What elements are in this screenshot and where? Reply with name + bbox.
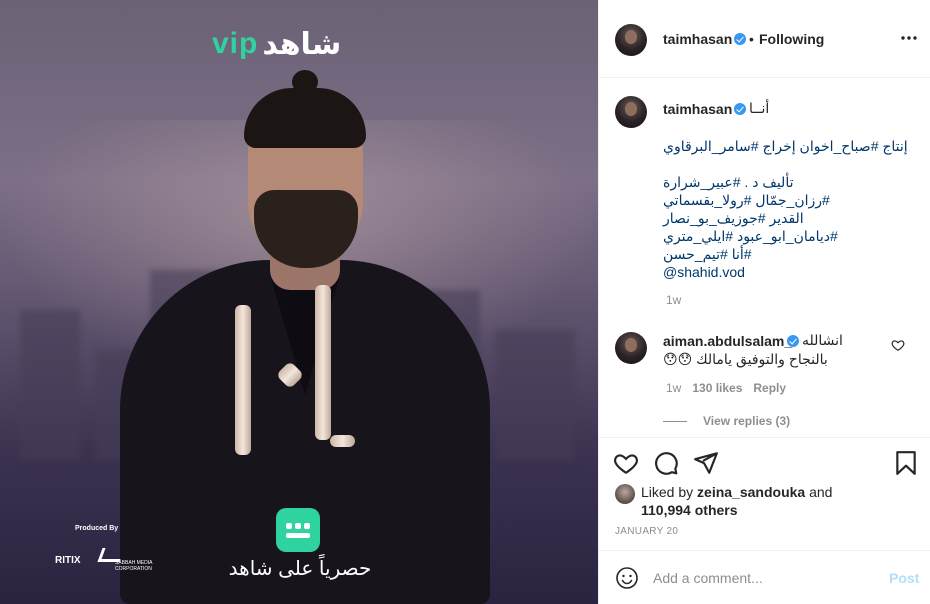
verified-badge-icon [787,335,799,347]
more-options-icon[interactable] [899,28,919,48]
caption-line[interactable]: القدير #جوزيف_بو_نصار [663,209,915,227]
replies-divider [663,420,687,422]
share-icon[interactable] [693,450,719,476]
post-comment-button[interactable]: Post [889,570,919,586]
comment-like-heart-icon[interactable] [891,338,905,352]
bookmark-icon[interactable] [893,450,919,476]
comment-timestamp[interactable]: 1w [666,381,681,395]
caption-username[interactable]: taimhasan [663,101,732,117]
commenter-avatar[interactable] [615,332,647,364]
liked-by-and: and [805,484,833,500]
comments-area[interactable]: taimhasan أنــا إنتاج #صباح_اخوان إخراج … [599,79,930,436]
caption-line[interactable]: تأليف د . #عبير_شرارة [663,173,915,191]
comment-text-line2: بالنجاح والتوفيق يامالك 😯😯 [663,351,828,367]
liked-by-text: Liked by zeina_sandouka and 110,994 othe… [641,483,851,519]
heart-icon[interactable] [613,450,639,476]
view-replies-button[interactable]: View replies (3) [663,414,790,428]
view-replies-label[interactable]: View replies (3) [703,414,790,428]
ritix-logo: RITIX [55,555,81,566]
author-avatar[interactable] [615,24,647,56]
post-actions-bar [599,437,930,485]
comment-icon[interactable] [653,450,679,476]
caption-line[interactable]: #رزان_جمّال #رولا_بقسماتي [663,191,915,209]
comment-input[interactable] [653,566,873,590]
comment-reply-button[interactable]: Reply [753,381,786,395]
shahid-vip-logo: vip شاهد [212,24,341,64]
caption-text: إنتاج #صباح_اخوان إخراج #سامر_البرقاوي ت… [663,137,915,281]
comment-meta: 1w 130 likes Reply [666,381,786,395]
likes-summary: Liked by zeina_sandouka and 110,994 othe… [615,483,851,519]
caption-title: أنــا [749,100,770,116]
sabbah-logo: SABBAH MEDIA CORPORATION [97,548,170,580]
likes-count-link[interactable]: 110,994 others [641,502,738,518]
comment-likes-count[interactable]: 130 likes [692,381,742,395]
producers-block: Produced By RITIX SABBAH MEDIA CORPORATI… [55,525,185,585]
liked-by-prefix: Liked by [641,484,698,500]
post-header: taimhasan • Following [599,0,930,78]
liked-by-username[interactable]: zeina_sandouka [697,484,805,500]
produced-by-label: Produced By [75,525,119,532]
author-username[interactable]: taimhasan [663,31,732,47]
post-sidebar: taimhasan • Following taimhasan أنــا إن… [598,0,930,604]
separator-dot: • [749,31,754,47]
caption-timestamp[interactable]: 1w [666,293,681,307]
shahid-arabic-label: شاهد [262,27,342,61]
caption-line[interactable]: إنتاج #صباح_اخوان إخراج #سامر_البرقاوي [663,137,915,155]
verified-badge-icon [734,33,746,45]
series-title-calligraphy [235,285,365,460]
post-image[interactable]: vip شاهد Produced By RITIX SABBAH MEDIA … [0,0,598,604]
caption-line[interactable]: #أنا #تيم_حسن [663,245,915,263]
instagram-post-modal: vip شاهد Produced By RITIX SABBAH MEDIA … [0,0,930,604]
caption-line[interactable]: #ديامان_ابو_عبود #ايلي_متري [663,227,915,245]
verified-badge-icon [734,103,746,115]
post-date[interactable]: JANUARY 20 [615,526,678,537]
shahid-mention-link[interactable]: @shahid.vod [663,263,915,281]
commenter-username[interactable]: aiman.abdulsalam_ [663,333,792,349]
liker-avatar[interactable] [615,484,635,504]
emoji-icon[interactable] [615,566,639,590]
caption-author-avatar[interactable] [615,96,647,128]
shahid-app-icon [276,508,320,552]
comment-text-line1: انشالله [802,332,843,348]
add-comment-section: Post [599,550,930,604]
exclusive-on-shahid-text: حصرياً على شاهد [228,558,372,580]
following-button[interactable]: Following [759,31,824,47]
vip-label: vip [212,27,259,60]
caption-line [663,155,915,173]
